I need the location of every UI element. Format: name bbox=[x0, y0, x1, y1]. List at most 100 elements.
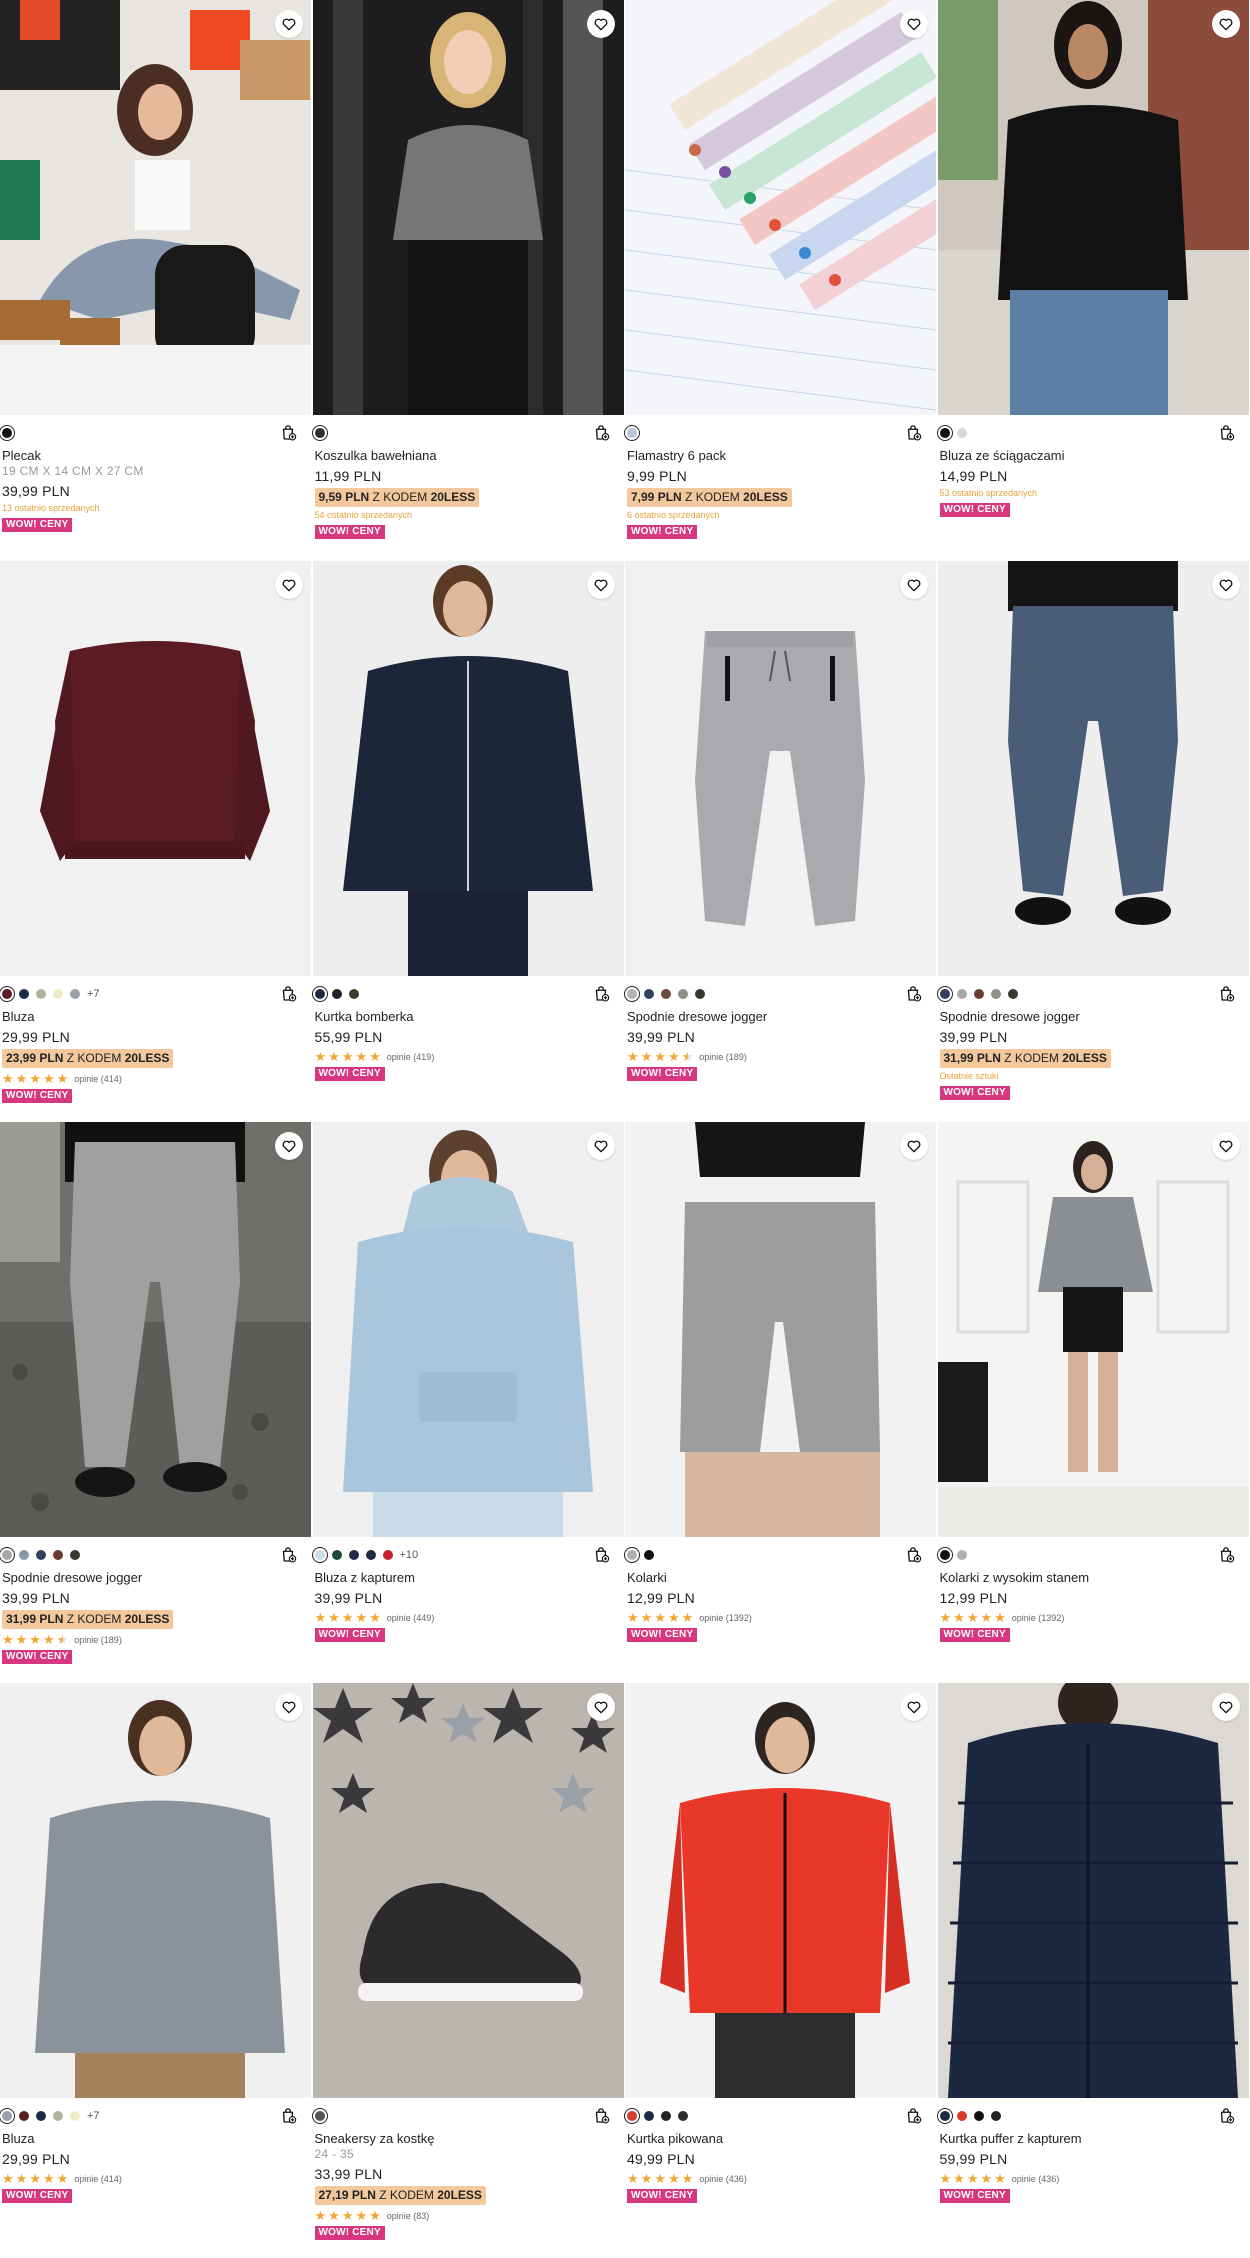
product-image[interactable] bbox=[0, 1122, 311, 1537]
heart-icon[interactable] bbox=[899, 571, 928, 599]
color-swatch[interactable] bbox=[644, 2111, 654, 2121]
product-name[interactable]: Kurtka pikowana bbox=[627, 2131, 934, 2147]
heart-icon[interactable] bbox=[587, 571, 615, 599]
product-card[interactable]: Kurtka bomberka 55,99 PLN ★ ★ ★ ★ ★ opinie (419… bbox=[311, 561, 625, 1122]
heart-icon[interactable] bbox=[1212, 1132, 1240, 1160]
color-swatch[interactable] bbox=[624, 1547, 640, 1563]
color-swatch[interactable] bbox=[382, 1550, 393, 1560]
color-swatch[interactable] bbox=[624, 986, 640, 1002]
product-card[interactable]: +10 Bluza z kapturem 39,99 PLN ★ ★ ★ ★ ★ opinie … bbox=[311, 1122, 625, 1683]
product-card[interactable]: Spodnie dresowe jogger 39,99 PLN 31,99 PLN… bbox=[936, 561, 1250, 1122]
heart-icon[interactable] bbox=[1212, 10, 1240, 38]
color-swatch[interactable] bbox=[956, 428, 967, 438]
color-swatch[interactable] bbox=[70, 989, 80, 999]
heart-icon[interactable] bbox=[899, 1132, 928, 1160]
product-image[interactable] bbox=[937, 0, 1249, 415]
product-card[interactable]: Plecak 19 CM X 14 CM X 27 CM 39,99 PLN 13 o… bbox=[0, 0, 313, 561]
review-count[interactable]: opinie (1392) bbox=[699, 1613, 752, 1623]
product-image[interactable] bbox=[312, 1122, 624, 1537]
product-card[interactable]: Kolarki z wysokim stanem 12,99 PLN ★ ★ ★ ★ ★ op… bbox=[936, 1122, 1250, 1683]
color-swatch[interactable] bbox=[956, 2111, 967, 2121]
color-swatch[interactable] bbox=[348, 1550, 359, 1560]
color-swatch[interactable] bbox=[36, 989, 46, 999]
product-card[interactable]: Sneakersy za kostkę 24 - 35 33,99 PLN 27,19… bbox=[311, 1683, 625, 2244]
product-image[interactable] bbox=[0, 0, 311, 415]
color-swatch[interactable] bbox=[311, 986, 328, 1002]
color-swatch[interactable] bbox=[624, 2108, 640, 2124]
heart-icon[interactable] bbox=[587, 1693, 615, 1721]
product-name[interactable]: Koszulka bawełniana bbox=[315, 448, 622, 464]
color-swatch[interactable] bbox=[644, 989, 654, 999]
heart-icon[interactable] bbox=[587, 1132, 615, 1160]
color-swatch[interactable] bbox=[678, 2111, 688, 2121]
product-name[interactable]: Kolarki bbox=[627, 1570, 934, 1586]
color-swatch[interactable] bbox=[695, 989, 705, 999]
color-swatch[interactable] bbox=[331, 989, 342, 999]
product-name[interactable]: Kurtka bomberka bbox=[315, 1009, 622, 1025]
review-count[interactable]: opinie (414) bbox=[74, 1074, 122, 1084]
color-swatch[interactable] bbox=[678, 989, 688, 999]
product-name[interactable]: Bluza z kapturem bbox=[315, 1570, 622, 1586]
color-swatch[interactable] bbox=[644, 1550, 654, 1560]
color-swatch[interactable] bbox=[19, 989, 29, 999]
product-name[interactable]: Bluza bbox=[2, 2131, 309, 2147]
review-count[interactable]: opinie (189) bbox=[699, 1052, 747, 1062]
add-to-cart-icon[interactable] bbox=[904, 424, 922, 442]
product-image[interactable] bbox=[625, 561, 936, 976]
review-count[interactable]: opinie (414) bbox=[74, 2174, 122, 2184]
product-image[interactable] bbox=[937, 1683, 1249, 2098]
more-colors-count[interactable]: +10 bbox=[400, 1549, 419, 1561]
heart-icon[interactable] bbox=[274, 1693, 303, 1721]
heart-icon[interactable] bbox=[899, 1693, 928, 1721]
review-count[interactable]: opinie (1392) bbox=[1012, 1613, 1065, 1623]
color-swatch[interactable] bbox=[956, 989, 967, 999]
color-swatch[interactable] bbox=[70, 1550, 80, 1560]
color-swatch[interactable] bbox=[19, 1550, 29, 1560]
add-to-cart-icon[interactable] bbox=[592, 424, 610, 442]
product-card[interactable]: Kurtka pikowana 49,99 PLN ★ ★ ★ ★ ★ opinie (436… bbox=[624, 1683, 938, 2244]
product-image[interactable] bbox=[625, 1683, 936, 2098]
color-swatch[interactable] bbox=[661, 989, 671, 999]
product-image[interactable] bbox=[312, 1683, 624, 2098]
add-to-cart-icon[interactable] bbox=[1217, 2107, 1235, 2125]
color-swatch[interactable] bbox=[311, 425, 328, 441]
review-count[interactable]: opinie (83) bbox=[387, 2211, 430, 2221]
product-name[interactable]: Kurtka puffer z kapturem bbox=[940, 2131, 1247, 2147]
product-name[interactable]: Plecak bbox=[2, 448, 309, 464]
add-to-cart-icon[interactable] bbox=[279, 424, 297, 442]
product-card[interactable]: Koszulka bawełniana 11,99 PLN 9,59 PLN Z K… bbox=[311, 0, 625, 561]
product-image[interactable] bbox=[0, 1683, 311, 2098]
color-swatch[interactable] bbox=[53, 989, 63, 999]
add-to-cart-icon[interactable] bbox=[1217, 985, 1235, 1003]
color-swatch[interactable] bbox=[311, 1547, 328, 1563]
add-to-cart-icon[interactable] bbox=[592, 985, 610, 1003]
color-swatch[interactable] bbox=[973, 2111, 984, 2121]
add-to-cart-icon[interactable] bbox=[1217, 424, 1235, 442]
add-to-cart-icon[interactable] bbox=[904, 1546, 922, 1564]
product-card[interactable]: Spodnie dresowe jogger 39,99 PLN ★ ★ ★ ★ ★ opin… bbox=[624, 561, 938, 1122]
add-to-cart-icon[interactable] bbox=[592, 1546, 610, 1564]
color-swatch[interactable] bbox=[990, 2111, 1001, 2121]
color-swatch[interactable] bbox=[0, 986, 15, 1002]
review-count[interactable]: opinie (436) bbox=[1012, 2174, 1060, 2184]
heart-icon[interactable] bbox=[274, 1132, 303, 1160]
color-swatch[interactable] bbox=[624, 425, 640, 441]
review-count[interactable]: opinie (419) bbox=[387, 1052, 435, 1062]
product-name[interactable]: Bluza ze ściągaczami bbox=[940, 448, 1247, 464]
heart-icon[interactable] bbox=[274, 571, 303, 599]
product-name[interactable]: Spodnie dresowe jogger bbox=[627, 1009, 934, 1025]
product-image[interactable] bbox=[625, 0, 936, 415]
color-swatch[interactable] bbox=[936, 986, 953, 1002]
product-image[interactable] bbox=[937, 1122, 1249, 1537]
color-swatch[interactable] bbox=[365, 1550, 376, 1560]
color-swatch[interactable] bbox=[990, 989, 1001, 999]
color-swatch[interactable] bbox=[1007, 989, 1018, 999]
color-swatch[interactable] bbox=[936, 1547, 953, 1563]
heart-icon[interactable] bbox=[587, 10, 615, 38]
add-to-cart-icon[interactable] bbox=[279, 985, 297, 1003]
product-name[interactable]: Kolarki z wysokim stanem bbox=[940, 1570, 1247, 1586]
color-swatch[interactable] bbox=[956, 1550, 967, 1560]
color-swatch[interactable] bbox=[36, 1550, 46, 1560]
more-colors-count[interactable]: +7 bbox=[87, 988, 100, 1000]
product-image[interactable] bbox=[625, 1122, 936, 1537]
